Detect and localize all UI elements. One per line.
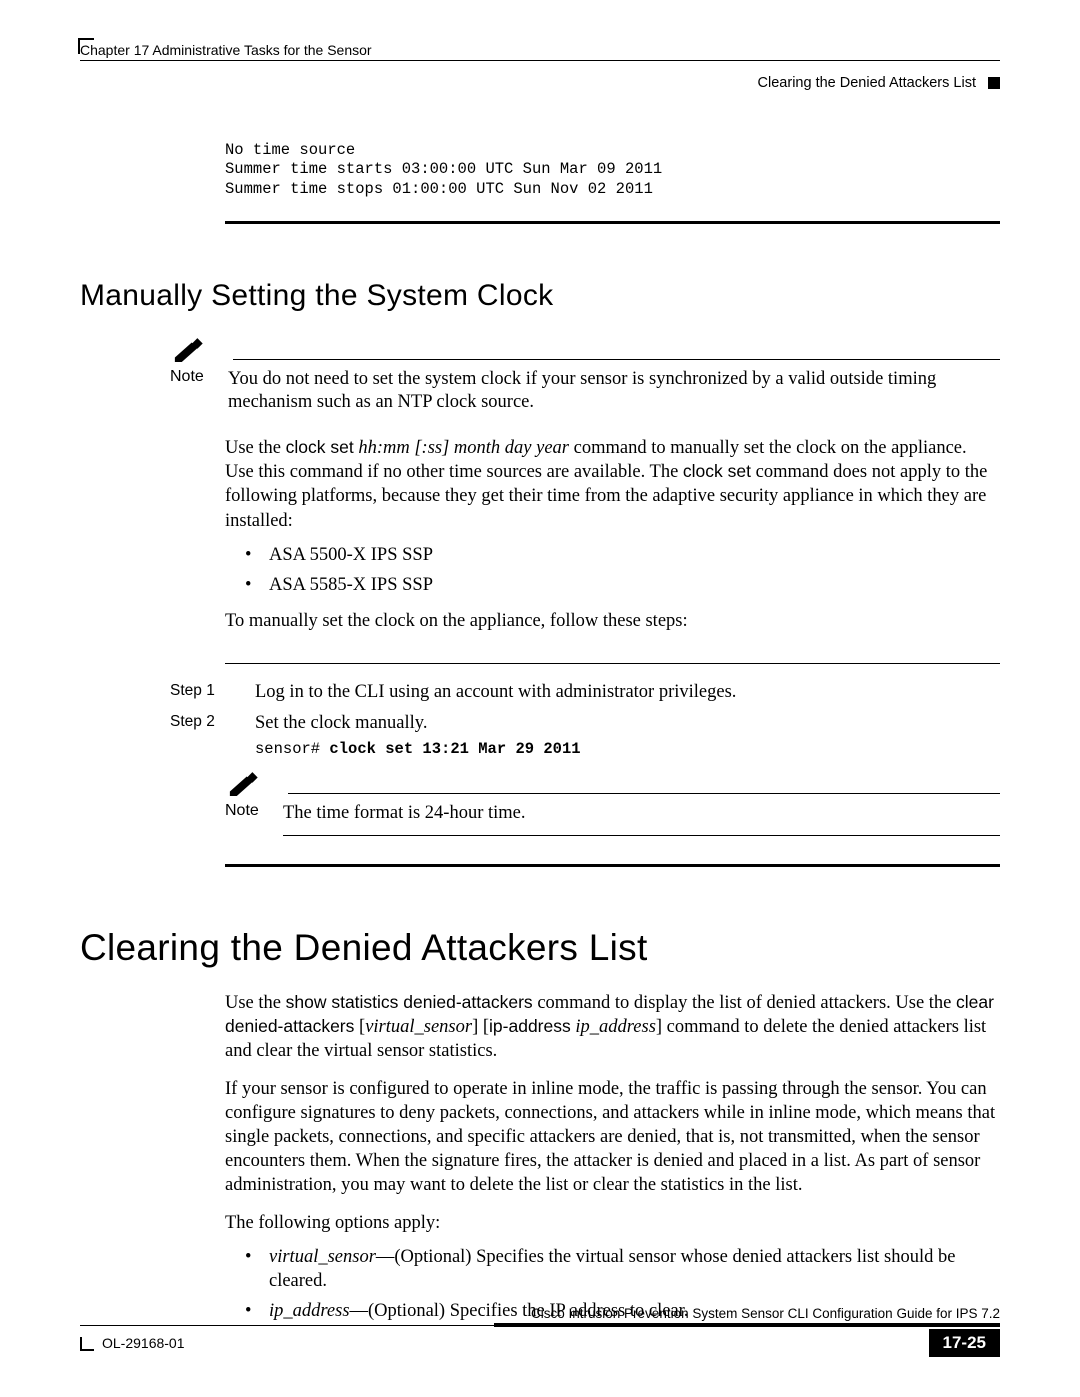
para-options-apply: The following options apply: xyxy=(225,1211,1000,1235)
para-follow-steps: To manually set the clock on the applian… xyxy=(225,609,1000,633)
note-rule-top xyxy=(288,793,1000,794)
footer-doc-id: OL-29168-01 xyxy=(80,1335,185,1351)
page-number-badge: 17-25 xyxy=(929,1329,1000,1357)
note-rule-bottom xyxy=(283,835,1000,836)
para-clock-set: Use the clock set hh:mm [:ss] month day … xyxy=(225,436,1000,532)
heading-manual-clock: Manually Setting the System Clock xyxy=(80,279,1000,313)
code-output-block: No time source Summer time starts 03:00:… xyxy=(225,141,1000,199)
txt: command to display the list of denied at… xyxy=(533,993,956,1013)
crop-mark-bottom-left xyxy=(80,1337,94,1351)
heading-clearing-denied: Clearing the Denied Attackers List xyxy=(80,927,1000,969)
doc-id-text: OL-29168-01 xyxy=(102,1335,185,1351)
cmd-show-stats: show statistics denied-attackers xyxy=(286,992,533,1012)
note-label: Note xyxy=(170,368,208,414)
footer-guide-title: Cisco Intrusion Prevention System Sensor… xyxy=(80,1306,1000,1321)
header-right-text: Clearing the Denied Attackers List xyxy=(758,75,976,91)
step-2: Step 2 Set the clock manually. sensor# c… xyxy=(80,713,1000,758)
page-footer: Cisco Intrusion Prevention System Sensor… xyxy=(80,1306,1000,1357)
running-header-right: Clearing the Denied Attackers List xyxy=(80,75,1000,91)
cmd-clock-set-2: clock set xyxy=(683,461,751,481)
txt: Use the xyxy=(225,438,286,458)
footer-rule xyxy=(80,1323,1000,1327)
cmd-clock-set: clock set xyxy=(286,437,354,457)
step-body: Log in to the CLI using an account with … xyxy=(255,682,1000,703)
arg-virtual-sensor: virtual_sensor xyxy=(365,1017,472,1037)
bullet-list-platforms: ASA 5500-X IPS SSP ASA 5585-X IPS SSP xyxy=(245,543,1000,597)
step-body: Set the clock manually. sensor# clock se… xyxy=(255,713,1000,758)
code-clock-set: sensor# clock set 13:21 Mar 29 2011 xyxy=(255,740,1000,758)
note-text-2: The time format is 24-hour time. xyxy=(283,802,526,825)
txt: [ xyxy=(354,1017,365,1037)
arg-clock-set: hh:mm [:ss] month day year xyxy=(358,438,569,458)
note-block-2: Note The time format is 24-hour time. xyxy=(225,772,1000,836)
pencil-icon xyxy=(173,338,203,362)
cmd-ip-address: ip-address xyxy=(489,1016,571,1036)
note-text-1: You do not need to set the system clock … xyxy=(228,368,1000,414)
code-bold: clock set 13:21 Mar 29 2011 xyxy=(329,740,580,758)
pencil-icon xyxy=(228,772,258,796)
step-1: Step 1 Log in to the CLI using an accoun… xyxy=(80,682,1000,703)
section-end-rule-2 xyxy=(225,864,1000,867)
note-block-1: Note You do not need to set the system c… xyxy=(170,338,1000,414)
crop-mark-top-left xyxy=(78,38,94,54)
header-rule xyxy=(80,60,1000,61)
prompt: sensor# xyxy=(255,740,329,758)
para-inline-mode: If your sensor is configured to operate … xyxy=(225,1077,1000,1197)
txt: Set the clock manually. xyxy=(255,713,427,733)
step-label: Step 1 xyxy=(170,682,225,703)
note-label: Note xyxy=(225,802,263,825)
step-label: Step 2 xyxy=(170,713,225,758)
list-item: ASA 5500-X IPS SSP xyxy=(245,543,1000,567)
running-header-left: Chapter 17 Administrative Tasks for the … xyxy=(80,42,1000,58)
steps-rule-top xyxy=(225,663,1000,664)
arg-virtual-sensor: virtual_sensor xyxy=(269,1247,376,1267)
txt: ] [ xyxy=(472,1017,489,1037)
arg-ip-address: ip_address xyxy=(575,1017,656,1037)
header-square-icon xyxy=(988,77,1000,89)
txt: Use the xyxy=(225,993,286,1013)
note-rule-top xyxy=(233,359,1000,360)
list-item: virtual_sensor—(Optional) Specifies the … xyxy=(245,1245,1000,1293)
para-show-stats: Use the show statistics denied-attackers… xyxy=(225,991,1000,1063)
section-end-rule xyxy=(225,221,1000,224)
page: Chapter 17 Administrative Tasks for the … xyxy=(0,0,1080,1397)
list-item: ASA 5585-X IPS SSP xyxy=(245,573,1000,597)
